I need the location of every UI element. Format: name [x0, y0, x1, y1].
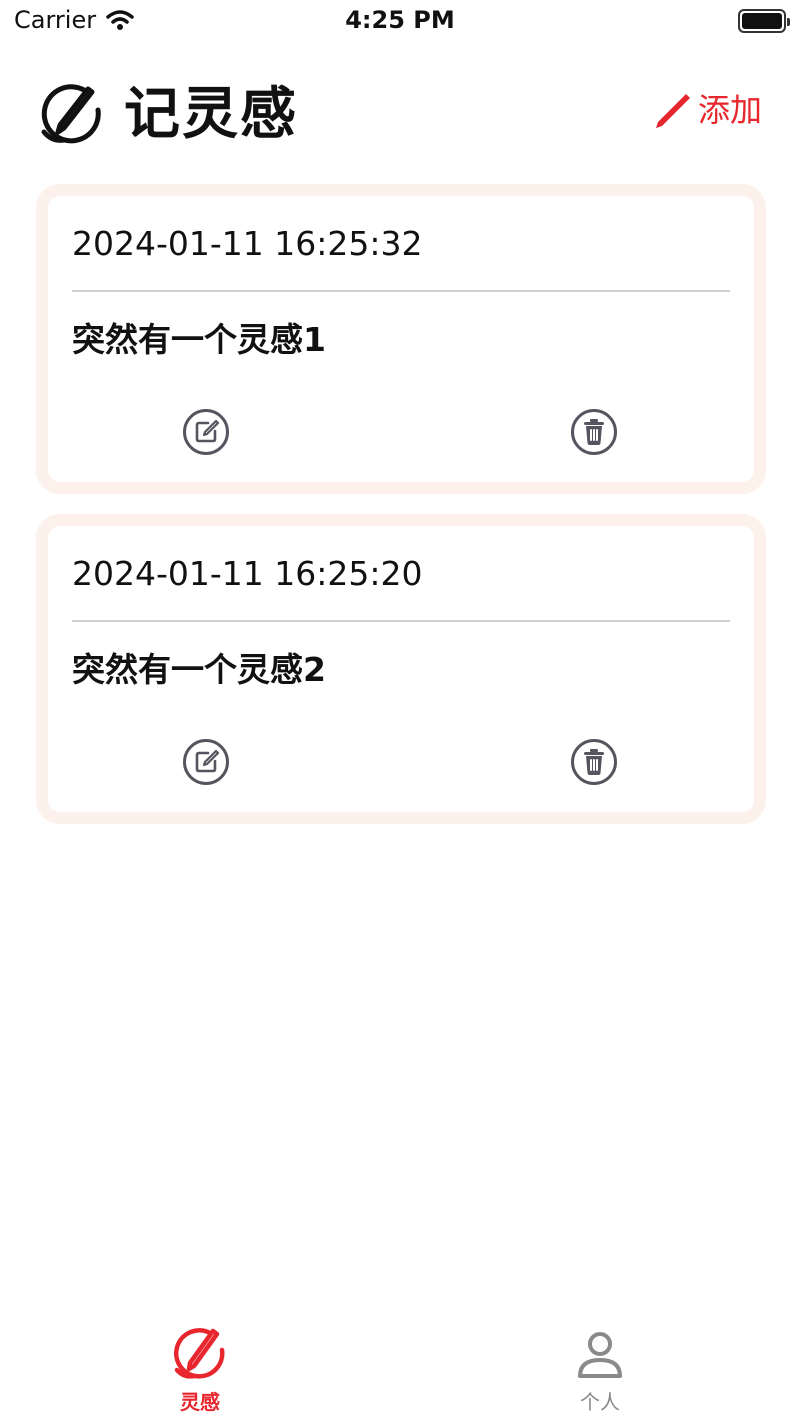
pencil-circle-icon	[41, 84, 101, 144]
tab-bar: 灵感 个人	[0, 1320, 800, 1422]
clock: 4:25 PM	[345, 6, 455, 34]
edit-icon[interactable]	[182, 408, 230, 456]
note-text: 突然有一个灵感2	[72, 650, 326, 689]
edit-icon[interactable]	[182, 738, 230, 786]
person-icon	[578, 1332, 622, 1378]
tab-label: 个人	[580, 1390, 620, 1414]
note-date: 2024-01-11 16:25:20	[72, 554, 423, 593]
tab-label: 灵感	[180, 1390, 220, 1414]
trash-icon[interactable]	[570, 408, 618, 456]
page-title: 记灵感	[124, 82, 298, 147]
trash-icon[interactable]	[570, 738, 618, 786]
divider	[72, 620, 730, 622]
status-bar: Carrier 4:25 PM	[0, 0, 800, 44]
pencil-icon	[655, 94, 690, 128]
add-button-label: 添加	[697, 91, 762, 129]
note-text: 突然有一个灵感1	[72, 320, 326, 359]
note-card: 2024-01-11 16:25:32 突然有一个灵感1	[36, 184, 766, 494]
battery-icon	[738, 9, 790, 33]
divider	[72, 290, 730, 292]
note-date: 2024-01-11 16:25:32	[72, 224, 423, 263]
tab-inspiration[interactable]: 灵感	[100, 1326, 300, 1422]
note-card: 2024-01-11 16:25:20 突然有一个灵感2	[36, 514, 766, 824]
add-button[interactable]: 添加	[652, 90, 762, 130]
header: 记灵感 添加	[0, 72, 800, 156]
pencil-circle-icon	[173, 1328, 225, 1379]
tab-profile[interactable]: 个人	[500, 1326, 700, 1422]
